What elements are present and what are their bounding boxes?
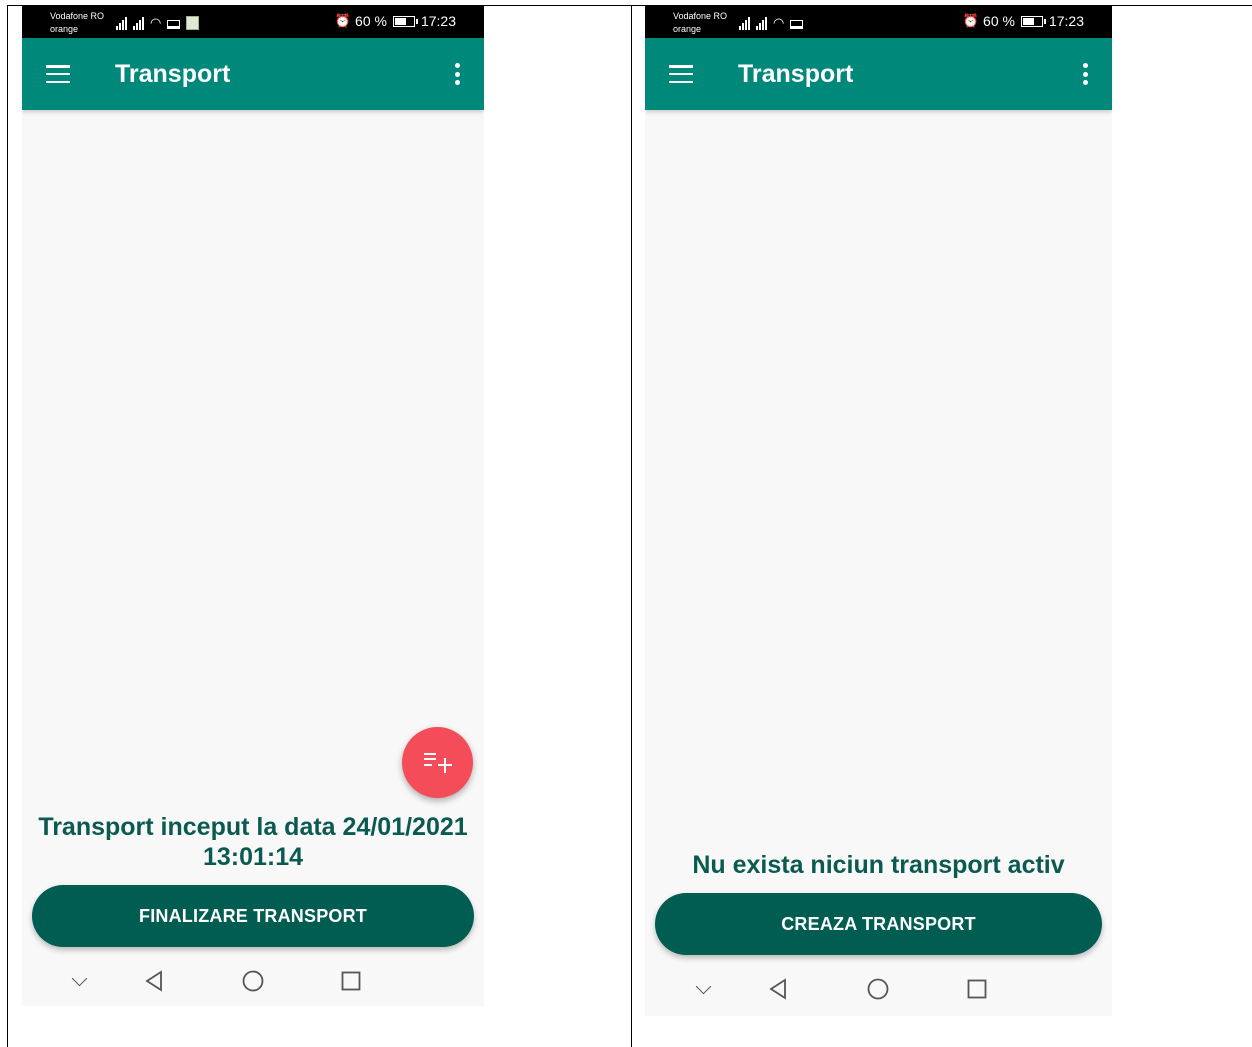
signal-icon: [756, 16, 767, 30]
laptop-icon: [790, 20, 804, 29]
system-nav-bar: [645, 964, 1112, 1016]
create-transport-button[interactable]: CREAZA TRANSPORT: [655, 893, 1102, 955]
app-notification-icon: [186, 16, 200, 30]
menu-icon[interactable]: [669, 65, 693, 83]
more-options-icon[interactable]: [1082, 63, 1088, 85]
chevron-down-icon[interactable]: [691, 976, 717, 1002]
status-bar: Vodafone RO orange ◠ ⏰ 60 % 17:23: [22, 6, 484, 38]
home-icon[interactable]: [240, 968, 266, 994]
back-icon[interactable]: [141, 968, 167, 994]
battery-percent: 60 %: [355, 13, 387, 29]
playlist-add-icon: [423, 752, 452, 773]
battery-percent: 60 %: [983, 13, 1015, 29]
home-icon[interactable]: [865, 976, 891, 1002]
phone-screen-no-transport: Vodafone RO orange ◠ ⏰ 60 % 17:23 Transp…: [645, 6, 1112, 1016]
connectivity-icons: ◠: [739, 14, 804, 30]
menu-icon[interactable]: [46, 65, 70, 83]
carrier-labels: Vodafone RO orange: [673, 10, 727, 36]
status-right: ⏰ 60 % 17:23: [335, 13, 456, 29]
carrier-secondary: orange: [673, 24, 702, 34]
app-bar: Transport: [645, 38, 1112, 110]
alarm-icon: ⏰: [962, 13, 980, 28]
add-item-fab[interactable]: [402, 727, 473, 798]
wifi-icon: ◠: [150, 15, 162, 30]
battery-icon: [1020, 15, 1046, 27]
status-right: ⏰ 60 % 17:23: [963, 13, 1084, 29]
carrier-primary: Vodafone RO: [50, 11, 105, 21]
battery-icon: [392, 15, 418, 27]
status-bar: Vodafone RO orange ◠ ⏰ 60 % 17:23: [645, 6, 1112, 38]
app-bar: Transport: [22, 38, 484, 110]
screenshot-comparison: Vodafone RO orange ◠ ⏰ 60 % 17:23 Transp…: [0, 0, 1252, 1047]
more-options-icon[interactable]: [454, 63, 460, 85]
system-nav-bar: [22, 956, 484, 1006]
clock: 17:23: [1048, 13, 1084, 29]
wifi-icon: ◠: [773, 15, 785, 30]
signal-icon: [739, 16, 750, 30]
recent-apps-icon[interactable]: [338, 968, 364, 994]
back-icon[interactable]: [765, 976, 791, 1002]
table-border-left: [7, 5, 8, 1047]
finish-transport-button[interactable]: FINALIZARE TRANSPORT: [32, 885, 474, 947]
connectivity-icons: ◠: [116, 14, 200, 30]
clock: 17:23: [420, 13, 456, 29]
carrier-primary: Vodafone RO: [673, 11, 728, 21]
carrier-secondary: orange: [50, 24, 79, 34]
app-title: Transport: [738, 60, 854, 88]
phone-screen-active-transport: Vodafone RO orange ◠ ⏰ 60 % 17:23 Transp…: [22, 6, 484, 1006]
signal-icon: [116, 16, 127, 30]
alarm-icon: ⏰: [334, 13, 352, 28]
transport-status-message: Nu exista niciun transport activ: [692, 851, 1065, 879]
chevron-down-icon[interactable]: [67, 968, 93, 994]
app-title: Transport: [115, 60, 231, 88]
recent-apps-icon[interactable]: [964, 976, 990, 1002]
laptop-icon: [167, 20, 181, 29]
transport-status-message: Transport inceput la data 24/01/2021 13:…: [38, 813, 468, 871]
table-border-middle: [631, 5, 632, 1047]
carrier-labels: Vodafone RO orange: [50, 10, 104, 36]
signal-icon: [133, 16, 144, 30]
